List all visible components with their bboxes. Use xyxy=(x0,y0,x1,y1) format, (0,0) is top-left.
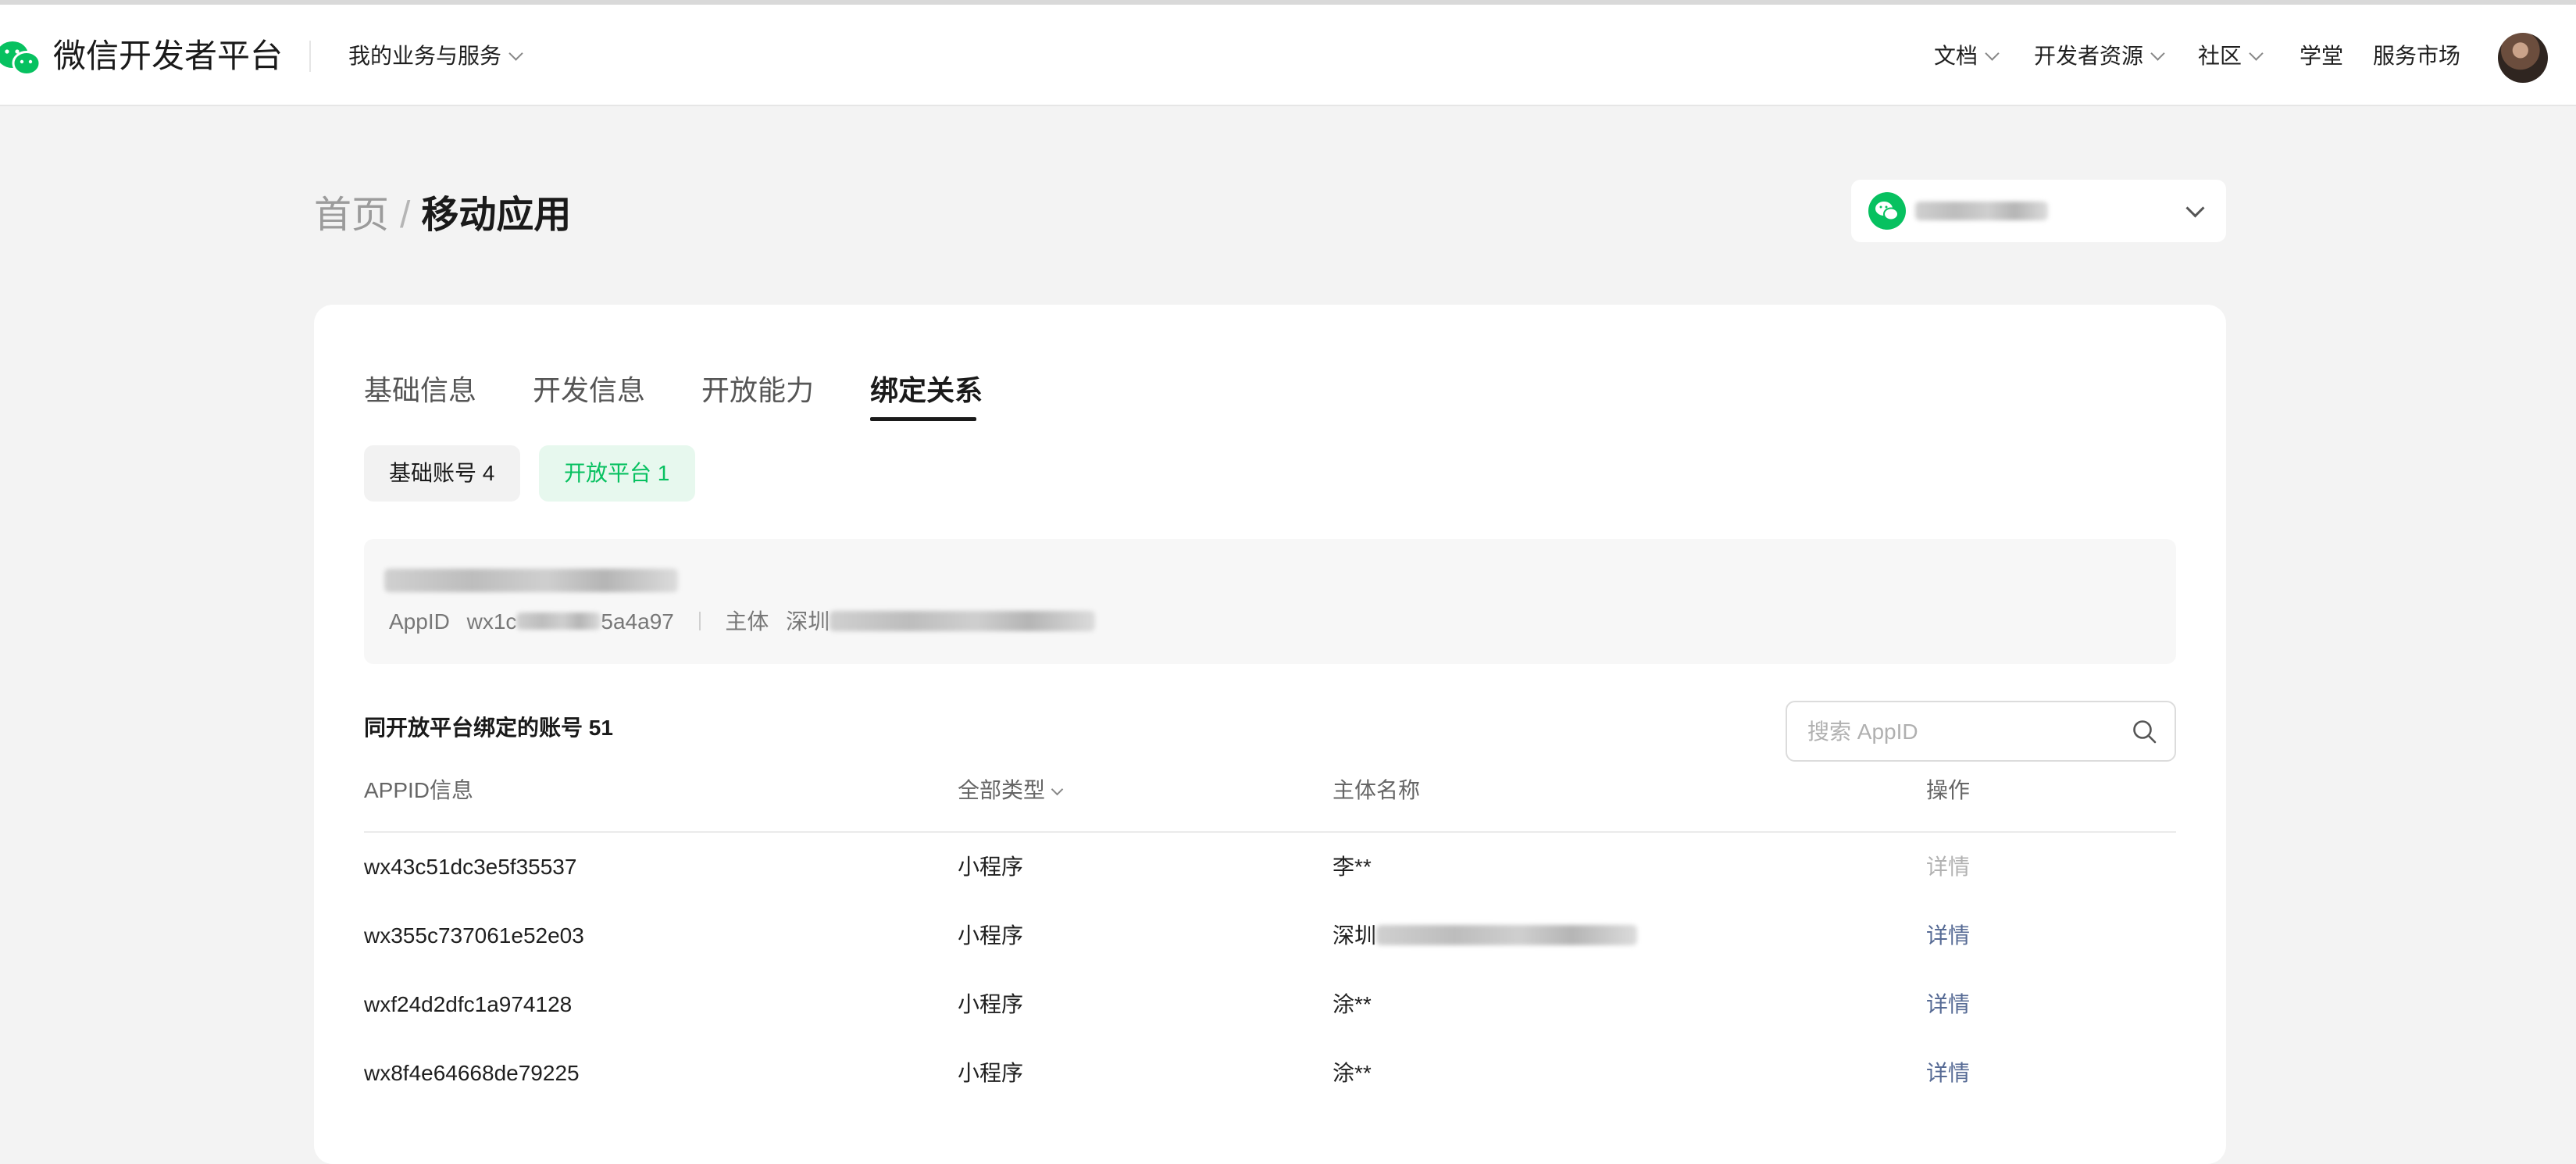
chip-open-platform[interactable]: 开放平台 1 xyxy=(539,445,695,502)
row-appid: wxf24d2dfc1a974128 xyxy=(364,992,573,1016)
row-subject: 涂** xyxy=(1333,992,1372,1016)
table-row: wx8f4e64668de79225 小程序 涂** 详情 xyxy=(364,1039,2176,1108)
tab-bindings[interactable]: 绑定关系 xyxy=(870,369,983,412)
breadcrumb: 首页 / 移动应用 xyxy=(314,187,571,244)
row-appid: wx8f4e64668de79225 xyxy=(364,1061,580,1085)
open-platform-meta: AppID wx1c 5a4a97 主体 深圳 xyxy=(389,605,1096,639)
nav-docs[interactable]: 文档 xyxy=(1934,39,2000,73)
open-platform-name-redacted xyxy=(384,569,678,592)
subject-redacted xyxy=(830,610,1096,631)
nav-academy[interactable]: 学堂 xyxy=(2299,39,2343,73)
col-header-type-filter[interactable]: 全部类型 xyxy=(958,773,1064,808)
wechat-icon xyxy=(1875,202,1899,221)
row-type: 小程序 xyxy=(958,1061,1024,1085)
row-detail-link[interactable]: 详情 xyxy=(1926,1056,1970,1091)
nav-dev-resources-label: 开发者资源 xyxy=(2034,44,2144,68)
col-header-action: 操作 xyxy=(1926,778,1971,802)
search-icon[interactable] xyxy=(2131,718,2159,746)
subject-label: 主体 xyxy=(725,609,769,634)
account-avatar-icon xyxy=(1868,192,1906,230)
account-name-redacted xyxy=(1915,202,2048,220)
row-subject: 李** xyxy=(1333,855,1372,879)
appid-prefix: wx1c xyxy=(466,609,517,634)
row-subject: 涂** xyxy=(1333,1061,1372,1085)
table-row: wx43c51dc3e5f35537 小程序 李** 详情 xyxy=(364,833,2176,902)
breadcrumb-separator: / xyxy=(400,195,411,236)
appid-suffix: 5a4a97 xyxy=(601,609,674,634)
row-detail-link[interactable]: 详情 xyxy=(1926,987,1970,1022)
row-subject-prefix: 深圳 xyxy=(1333,923,1377,948)
open-platform-info: AppID wx1c 5a4a97 主体 深圳 xyxy=(364,539,2176,664)
chevron-down-icon xyxy=(2185,198,2205,218)
chevron-down-icon xyxy=(1985,46,2000,61)
table-row: wxf24d2dfc1a974128 小程序 涂** 详情 xyxy=(364,970,2176,1039)
account-switcher[interactable] xyxy=(1851,180,2226,242)
top-navbar: 微信开发者平台 我的业务与服务 文档 开发者资源 社区 学堂 服务市场 xyxy=(0,5,2576,106)
nav-my-business-label: 我的业务与服务 xyxy=(348,44,502,68)
col-header-subject: 主体名称 xyxy=(1333,778,1421,802)
bound-accounts-title: 同开放平台绑定的账号 51 xyxy=(364,716,613,740)
chip-basic-account[interactable]: 基础账号 4 xyxy=(364,445,520,502)
active-tab-indicator xyxy=(870,417,976,421)
appid-label: AppID xyxy=(389,609,450,634)
row-appid: wx355c737061e52e03 xyxy=(364,923,584,948)
col-header-appid: APPID信息 xyxy=(364,778,474,802)
tab-basic-info[interactable]: 基础信息 xyxy=(364,369,476,412)
row-type: 小程序 xyxy=(958,855,1024,879)
page-title: 移动应用 xyxy=(421,195,572,236)
meta-divider xyxy=(698,611,701,630)
nav-community-label: 社区 xyxy=(2198,44,2242,68)
row-type: 小程序 xyxy=(958,923,1024,948)
row-subject: 深圳 xyxy=(1333,919,1638,953)
search-input[interactable] xyxy=(1806,713,2121,751)
subject-redacted xyxy=(1376,924,1638,945)
nav-my-business[interactable]: 我的业务与服务 xyxy=(348,39,523,73)
table-row: wx355c737061e52e03 小程序 深圳 详情 xyxy=(364,902,2176,970)
chevron-down-icon xyxy=(2150,46,2165,61)
wechat-logo-icon[interactable] xyxy=(0,39,42,78)
search-box xyxy=(1786,701,2176,762)
breadcrumb-home[interactable]: 首页 xyxy=(314,195,389,236)
platform-title[interactable]: 微信开发者平台 xyxy=(53,33,283,80)
tab-dev-info[interactable]: 开发信息 xyxy=(533,369,645,412)
tab-open-capabilities[interactable]: 开放能力 xyxy=(701,369,814,412)
subject-prefix: 深圳 xyxy=(786,609,830,634)
row-detail-link[interactable]: 详情 xyxy=(1926,850,1970,884)
chevron-down-icon xyxy=(1051,783,1064,796)
appid-redacted xyxy=(516,612,601,630)
nav-docs-label: 文档 xyxy=(1934,44,1978,68)
chevron-down-icon xyxy=(2249,46,2264,61)
nav-divider xyxy=(309,41,311,72)
row-appid: wx43c51dc3e5f35537 xyxy=(364,855,577,879)
row-detail-link[interactable]: 详情 xyxy=(1926,919,1970,953)
nav-dev-resources[interactable]: 开发者资源 xyxy=(2034,39,2165,73)
row-type: 小程序 xyxy=(958,992,1024,1016)
main-card: 基础信息 开发信息 开放能力 绑定关系 基础账号 4 开放平台 1 AppID … xyxy=(314,305,2226,1164)
nav-service-market[interactable]: 服务市场 xyxy=(2373,39,2460,73)
nav-community[interactable]: 社区 xyxy=(2198,39,2264,73)
type-filter-label: 全部类型 xyxy=(958,778,1046,802)
avatar[interactable] xyxy=(2498,33,2548,83)
chevron-down-icon xyxy=(508,46,523,61)
